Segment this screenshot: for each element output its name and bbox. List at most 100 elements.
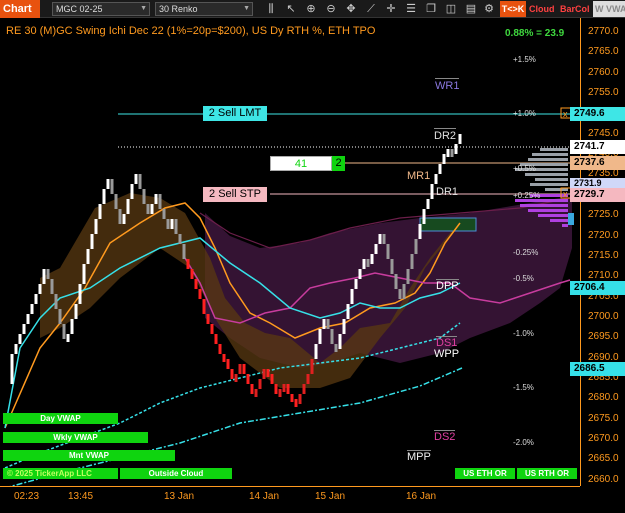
renko-brick xyxy=(362,259,366,269)
renko-brick xyxy=(10,354,14,384)
svg-text:x: x xyxy=(563,109,568,119)
pct-level: -2.0% xyxy=(513,438,534,447)
renko-brick xyxy=(274,384,278,394)
zoom-out-icon[interactable]: ⊖ xyxy=(324,2,338,16)
renko-brick xyxy=(326,319,330,329)
outside-cloud-button[interactable]: Outside Cloud xyxy=(120,468,232,479)
renko-brick xyxy=(254,389,258,397)
bars-icon[interactable]: ⫼ xyxy=(264,2,278,16)
price-tick: 2760.0 xyxy=(588,66,619,78)
tk-toggle-button[interactable]: T<>K xyxy=(500,1,526,17)
sell-lmt-order[interactable]: 2 Sell LMT xyxy=(203,106,267,121)
renko-brick xyxy=(342,319,346,334)
properties-icon[interactable]: ☰ xyxy=(404,2,418,16)
level-wr1: WR1 xyxy=(435,78,460,92)
vwap-toggle-button[interactable]: W VWAI xyxy=(593,1,625,17)
renko-brick xyxy=(66,334,70,342)
renko-brick xyxy=(114,194,118,209)
layers-icon[interactable]: ❐ xyxy=(424,2,438,16)
renko-brick xyxy=(78,284,82,304)
zoom-in-icon[interactable]: ⊕ xyxy=(304,2,318,16)
renko-brick xyxy=(162,209,166,219)
renko-brick xyxy=(374,244,378,254)
time-axis-line xyxy=(0,486,580,487)
cloud-toggle-button[interactable]: Cloud xyxy=(529,1,555,17)
renko-brick xyxy=(86,249,90,264)
renko-brick xyxy=(142,189,146,204)
renko-brick xyxy=(82,264,86,284)
renko-brick xyxy=(414,239,418,254)
renko-brick xyxy=(98,204,102,219)
position-qty[interactable]: 2 xyxy=(332,156,345,171)
draw-line-icon[interactable]: ⟋ xyxy=(364,2,378,16)
pct-level: +0.25% xyxy=(513,191,541,200)
order-qty-field[interactable]: 41 xyxy=(270,156,332,171)
pct-level: +1.5% xyxy=(513,55,536,64)
price-tick: 2715.0 xyxy=(588,249,619,261)
renko-brick xyxy=(14,344,18,354)
renko-brick xyxy=(206,314,210,324)
level-ds2: DS2 xyxy=(434,430,456,443)
instrument-selector[interactable]: MGC 02-25 ▼ xyxy=(52,2,150,16)
chart-tab[interactable]: Chart xyxy=(0,0,40,18)
renko-brick xyxy=(382,234,386,244)
pct-level: -1.0% xyxy=(513,329,534,338)
renko-brick xyxy=(154,194,158,204)
crosshair-icon[interactable]: ✛ xyxy=(384,2,398,16)
price-tag-last: 2741.7 xyxy=(570,140,625,154)
price-tick: 2660.0 xyxy=(588,473,619,485)
renko-brick xyxy=(74,304,78,319)
price-tag-hidden: 2731.9 xyxy=(570,178,625,188)
monthly-vwap-button[interactable]: Mnt VWAP xyxy=(3,450,175,461)
renko-brick xyxy=(186,259,190,269)
level-mpp: MPP xyxy=(407,450,431,463)
strategy-icon[interactable]: ⚙ xyxy=(482,2,496,16)
renko-brick xyxy=(306,374,310,384)
renko-brick xyxy=(62,324,66,339)
renko-brick xyxy=(250,384,254,394)
renko-brick xyxy=(434,174,438,184)
template-icon[interactable]: ▤ xyxy=(464,2,478,16)
level-mr1: MR1 xyxy=(407,170,431,182)
level-wpp: WPP xyxy=(434,348,460,360)
renko-brick xyxy=(282,384,286,392)
pct-level: -1.5% xyxy=(513,383,534,392)
day-vwap-button[interactable]: Day VWAP xyxy=(3,413,118,424)
renko-brick xyxy=(238,364,242,374)
renko-brick xyxy=(158,194,162,209)
pan-icon[interactable]: ✥ xyxy=(344,2,358,16)
svg-text:x: x xyxy=(563,189,568,199)
renko-brick xyxy=(314,344,318,359)
cursor-icon[interactable]: ↖ xyxy=(284,2,298,16)
renko-brick xyxy=(258,379,262,389)
sell-stp-order[interactable]: 2 Sell STP xyxy=(203,187,267,202)
performance-readout: 0.88% = 23.9 xyxy=(505,28,565,39)
weekly-vwap-button[interactable]: Wkly VWAP xyxy=(3,432,148,443)
level-dpp: DPP xyxy=(436,279,459,292)
renko-brick xyxy=(430,184,434,199)
indicators-icon[interactable]: ◫ xyxy=(444,2,458,16)
renko-brick xyxy=(210,324,214,334)
renko-brick xyxy=(442,154,446,164)
price-tick: 2690.0 xyxy=(588,351,619,363)
price-axis[interactable]: 2770.02765.02760.02755.02750.02745.02740… xyxy=(580,18,625,486)
renko-brick xyxy=(106,179,110,189)
us-rth-or-button[interactable]: US RTH OR xyxy=(517,468,577,479)
price-tick: 2670.0 xyxy=(588,433,619,444)
barcol-toggle-button[interactable]: BarCol xyxy=(560,1,590,17)
renko-brick xyxy=(278,389,282,397)
renko-brick xyxy=(322,319,326,329)
renko-brick xyxy=(270,374,274,384)
renko-brick xyxy=(294,399,298,407)
renko-brick xyxy=(166,219,170,229)
bar-type-selector[interactable]: 30 Renko ▼ xyxy=(155,2,253,16)
pct-level: -0.5% xyxy=(513,274,534,283)
renko-brick xyxy=(134,174,138,184)
renko-brick xyxy=(46,269,50,279)
renko-brick xyxy=(454,144,458,154)
renko-brick xyxy=(70,319,74,334)
us-eth-or-button[interactable]: US ETH OR xyxy=(455,468,515,479)
renko-brick xyxy=(370,254,374,264)
renko-brick xyxy=(146,204,150,214)
bar-type-value: 30 Renko xyxy=(159,4,198,14)
